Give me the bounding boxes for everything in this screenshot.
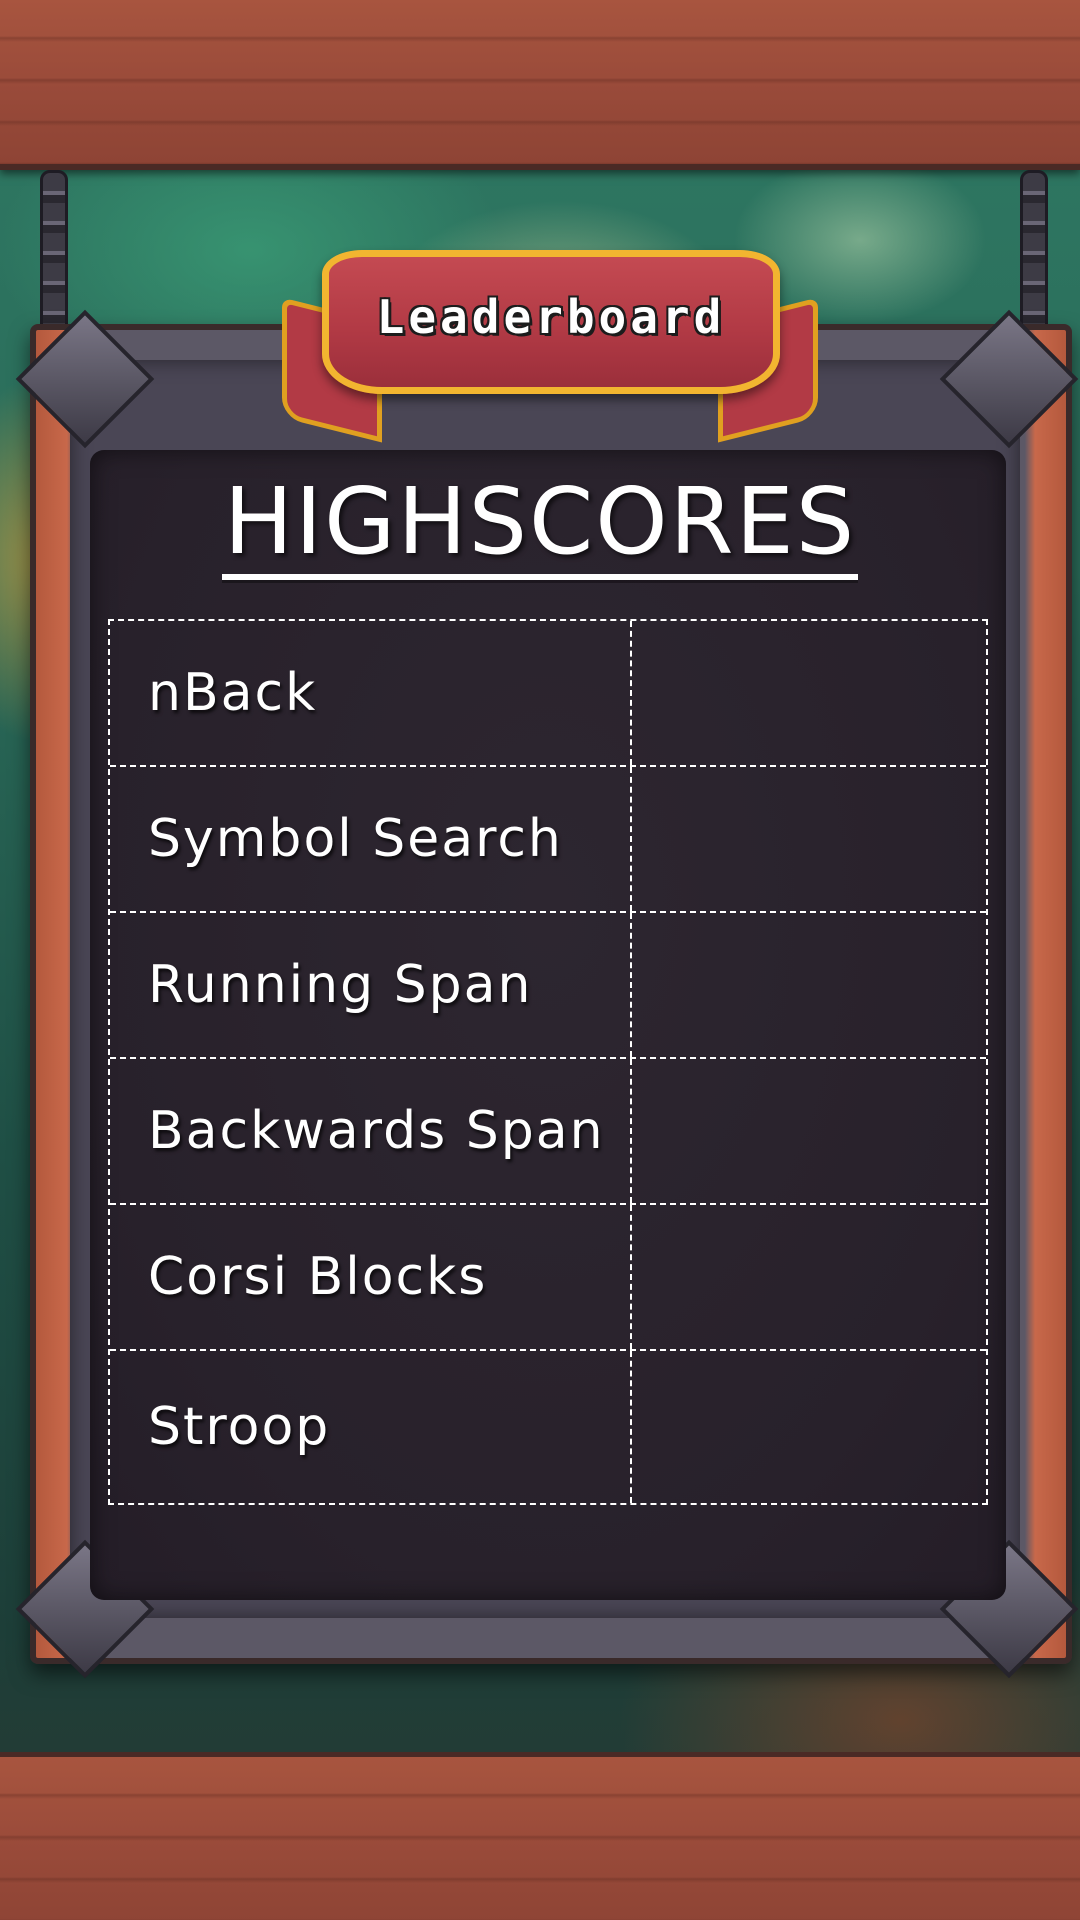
game-name-cell: Symbol Search <box>110 767 632 911</box>
leaderboard-banner: Leaderboard <box>322 250 780 394</box>
score-cell <box>632 913 986 1057</box>
highscores-heading-text: HIGHSCORES <box>221 472 859 580</box>
highscore-table: nBack Symbol Search Running Span Backwar… <box>108 619 988 1505</box>
score-cell <box>632 1059 986 1203</box>
bottom-wood-plank <box>0 1752 1080 1920</box>
banner-title: Leaderboard <box>376 290 726 344</box>
table-row: Symbol Search <box>110 767 986 913</box>
score-cell <box>632 621 986 765</box>
table-row: Backwards Span <box>110 1059 986 1205</box>
score-cell <box>632 767 986 911</box>
score-cell <box>632 1205 986 1349</box>
game-name-cell: nBack <box>110 621 632 765</box>
highscores-heading: HIGHSCORES <box>0 468 1080 580</box>
table-row: Corsi Blocks <box>110 1205 986 1351</box>
leaderboard-screen: Leaderboard HIGHSCORES nBack Symbol Sear… <box>0 0 1080 1920</box>
table-row: nBack <box>110 621 986 767</box>
game-name-cell: Backwards Span <box>110 1059 632 1203</box>
top-wood-plank <box>0 0 1080 170</box>
game-name-cell: Stroop <box>110 1351 632 1503</box>
table-row: Stroop <box>110 1351 986 1503</box>
table-row: Running Span <box>110 913 986 1059</box>
game-name-cell: Corsi Blocks <box>110 1205 632 1349</box>
score-cell <box>632 1351 986 1503</box>
game-name-cell: Running Span <box>110 913 632 1057</box>
